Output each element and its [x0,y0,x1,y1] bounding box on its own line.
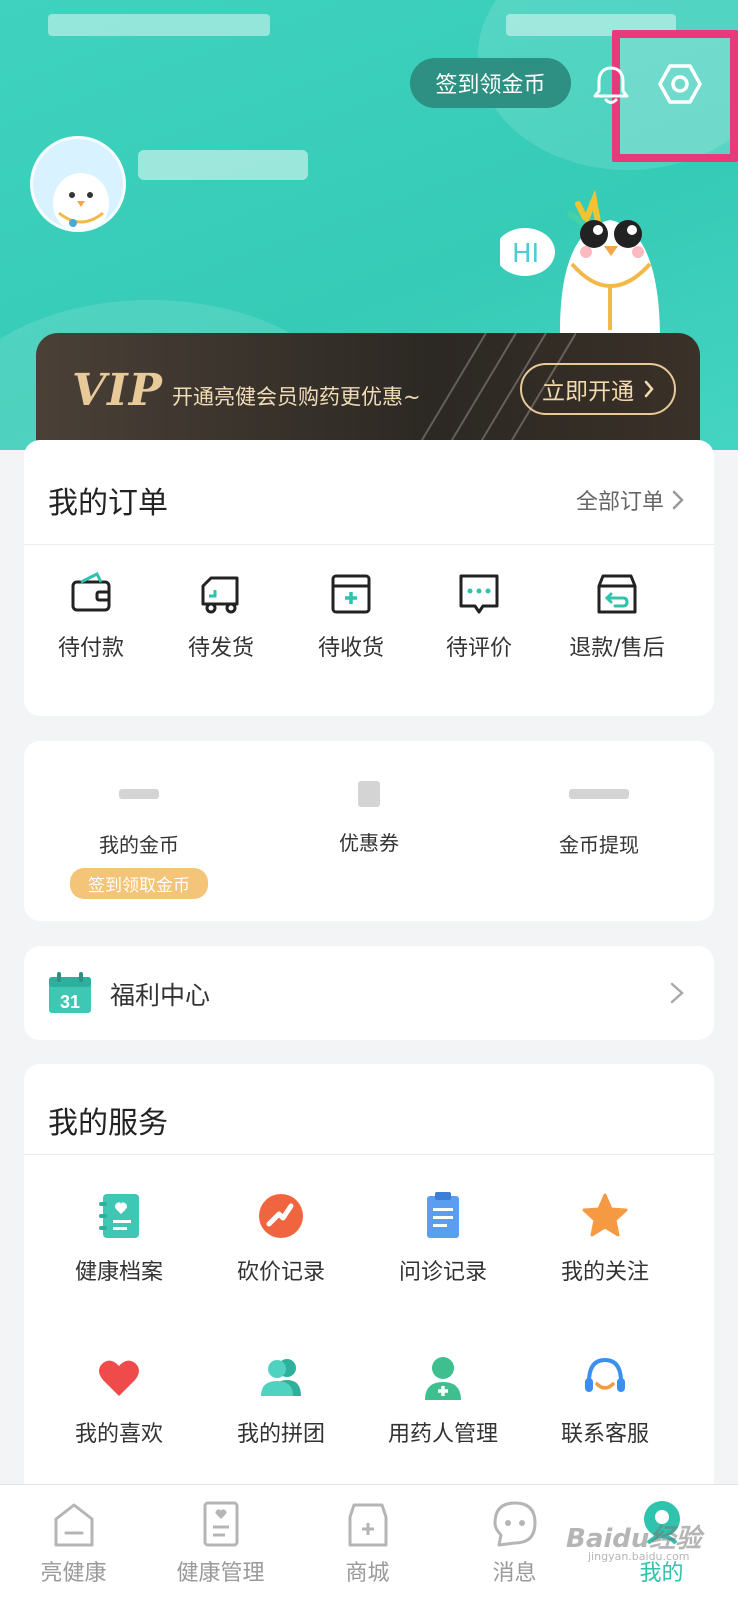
assets-card: 我的金币 签到领取金币 优惠券 金币提现 [24,741,714,921]
service-label: 砍价记录 [236,1260,325,1285]
truck-icon [201,576,239,614]
divider [24,544,714,545]
my-coins[interactable]: 我的金币 签到领取金币 [24,781,254,899]
username-blurred [138,150,308,180]
group-buy-icon [261,1359,301,1396]
coin-label: 我的金币 [99,833,179,857]
calendar-day: 31 [60,992,80,1012]
services-card: 我的服务 健康档案 砍价记录 问诊记录 我的关注 我的喜欢 我的拼团 用药人管理… [24,1064,714,1504]
vip-open-label: 立即开通 [542,379,634,405]
tab-label: 健康管理 [176,1561,265,1586]
tab-home[interactable]: 亮健康 [0,1499,147,1587]
orders-title: 我的订单 [48,486,168,521]
withdraw-label: 金币提现 [559,833,639,857]
bargain-icon [259,1194,303,1238]
chevron-right-icon [672,490,684,510]
service-label: 我的拼团 [236,1422,325,1447]
service-patient-management[interactable]: 用药人管理 [360,1354,526,1448]
service-health-record[interactable]: 健康档案 [36,1192,202,1286]
calendar-icon: 31 [49,972,91,1013]
consult-record-icon [427,1192,459,1238]
order-pending-receipt[interactable]: 待收货 [282,570,420,662]
comment-icon [459,574,499,614]
tab-label: 商城 [345,1561,390,1586]
welfare-center-row[interactable]: 31 福利中心 [24,946,714,1040]
refund-box-icon [597,574,637,614]
service-bargain-records[interactable]: 砍价记录 [198,1192,364,1286]
orders-card: 我的订单 全部订单 待付款 待发货 待收货 待评价 退款/售后 [24,440,714,716]
all-orders-label: 全部订单 [575,490,664,515]
service-group-buy[interactable]: 我的拼团 [198,1354,364,1448]
order-pending-review[interactable]: 待评价 [410,570,548,662]
divider [24,1154,714,1155]
coin-value-blurred [119,789,159,799]
svg-text:HI: HI [512,239,539,269]
health-record-icon [99,1194,139,1238]
tab-health-management[interactable]: 健康管理 [147,1499,294,1587]
tab-label: 消息 [492,1561,537,1586]
coupons[interactable]: 优惠券 [254,781,484,856]
coupon-label: 优惠券 [339,831,399,855]
order-label: 待收货 [317,636,384,661]
service-label: 用药人管理 [387,1422,498,1447]
service-label: 联系客服 [560,1422,649,1447]
bell-icon[interactable] [588,62,634,108]
order-pending-shipment[interactable]: 待发货 [152,570,290,662]
checkin-coin-badge[interactable]: 签到领取金币 [70,868,208,899]
chevron-right-icon [670,982,684,1004]
coupon-count-blurred [358,781,380,807]
tab-label: 亮健康 [40,1561,107,1586]
service-customer-support[interactable]: 联系客服 [522,1354,688,1448]
status-bar-blurred [48,14,270,36]
headset-icon [585,1357,625,1392]
service-consult-records[interactable]: 问诊记录 [360,1192,526,1286]
order-pending-payment[interactable]: 待付款 [22,570,160,662]
watermark-url: jingyan.baidu.com [588,1550,690,1563]
checkin-button[interactable]: 签到领金币 [410,58,571,108]
profile-header: 签到领金币 HI VIP 开通亮健会员购药更优惠~ 立即开通 [0,0,738,450]
order-label: 待付款 [57,636,124,661]
mascot-illustration: HI [500,190,660,340]
order-label: 待发货 [187,636,254,661]
order-label: 退款/售后 [569,636,665,661]
package-icon [331,574,371,614]
message-bubble-icon [493,1501,536,1547]
vip-open-button[interactable]: 立即开通 [520,363,676,415]
vip-banner[interactable]: VIP 开通亮健会员购药更优惠~ 立即开通 [36,333,700,450]
service-label: 健康档案 [74,1260,163,1285]
home-icon [54,1503,93,1547]
service-my-likes[interactable]: 我的喜欢 [36,1354,202,1448]
vip-promo-text: 开通亮健会员购药更优惠~ [172,385,421,409]
star-icon [582,1193,628,1237]
patient-icon [425,1357,461,1400]
vip-logo: VIP [72,365,163,416]
wallet-icon [71,571,111,612]
order-refund-aftersale[interactable]: 退款/售后 [548,570,686,662]
service-label: 我的喜欢 [74,1422,163,1447]
service-label: 我的关注 [560,1260,649,1285]
heart-icon [99,1360,139,1396]
tab-mall[interactable]: 商城 [294,1499,441,1587]
settings-gear-icon[interactable] [656,60,704,108]
services-title: 我的服务 [48,1106,168,1141]
avatar[interactable] [30,136,126,232]
withdraw-value-blurred [569,789,629,799]
order-label: 待评价 [445,636,512,661]
service-my-follows[interactable]: 我的关注 [522,1192,688,1286]
chevron-right-icon [644,380,654,398]
clipboard-heart-icon [203,1501,238,1547]
welfare-center-label: 福利中心 [110,981,211,1010]
shop-icon [348,1503,387,1547]
coin-withdraw[interactable]: 金币提现 [484,781,714,858]
all-orders-link[interactable]: 全部订单 [576,484,684,516]
service-label: 问诊记录 [398,1260,487,1285]
